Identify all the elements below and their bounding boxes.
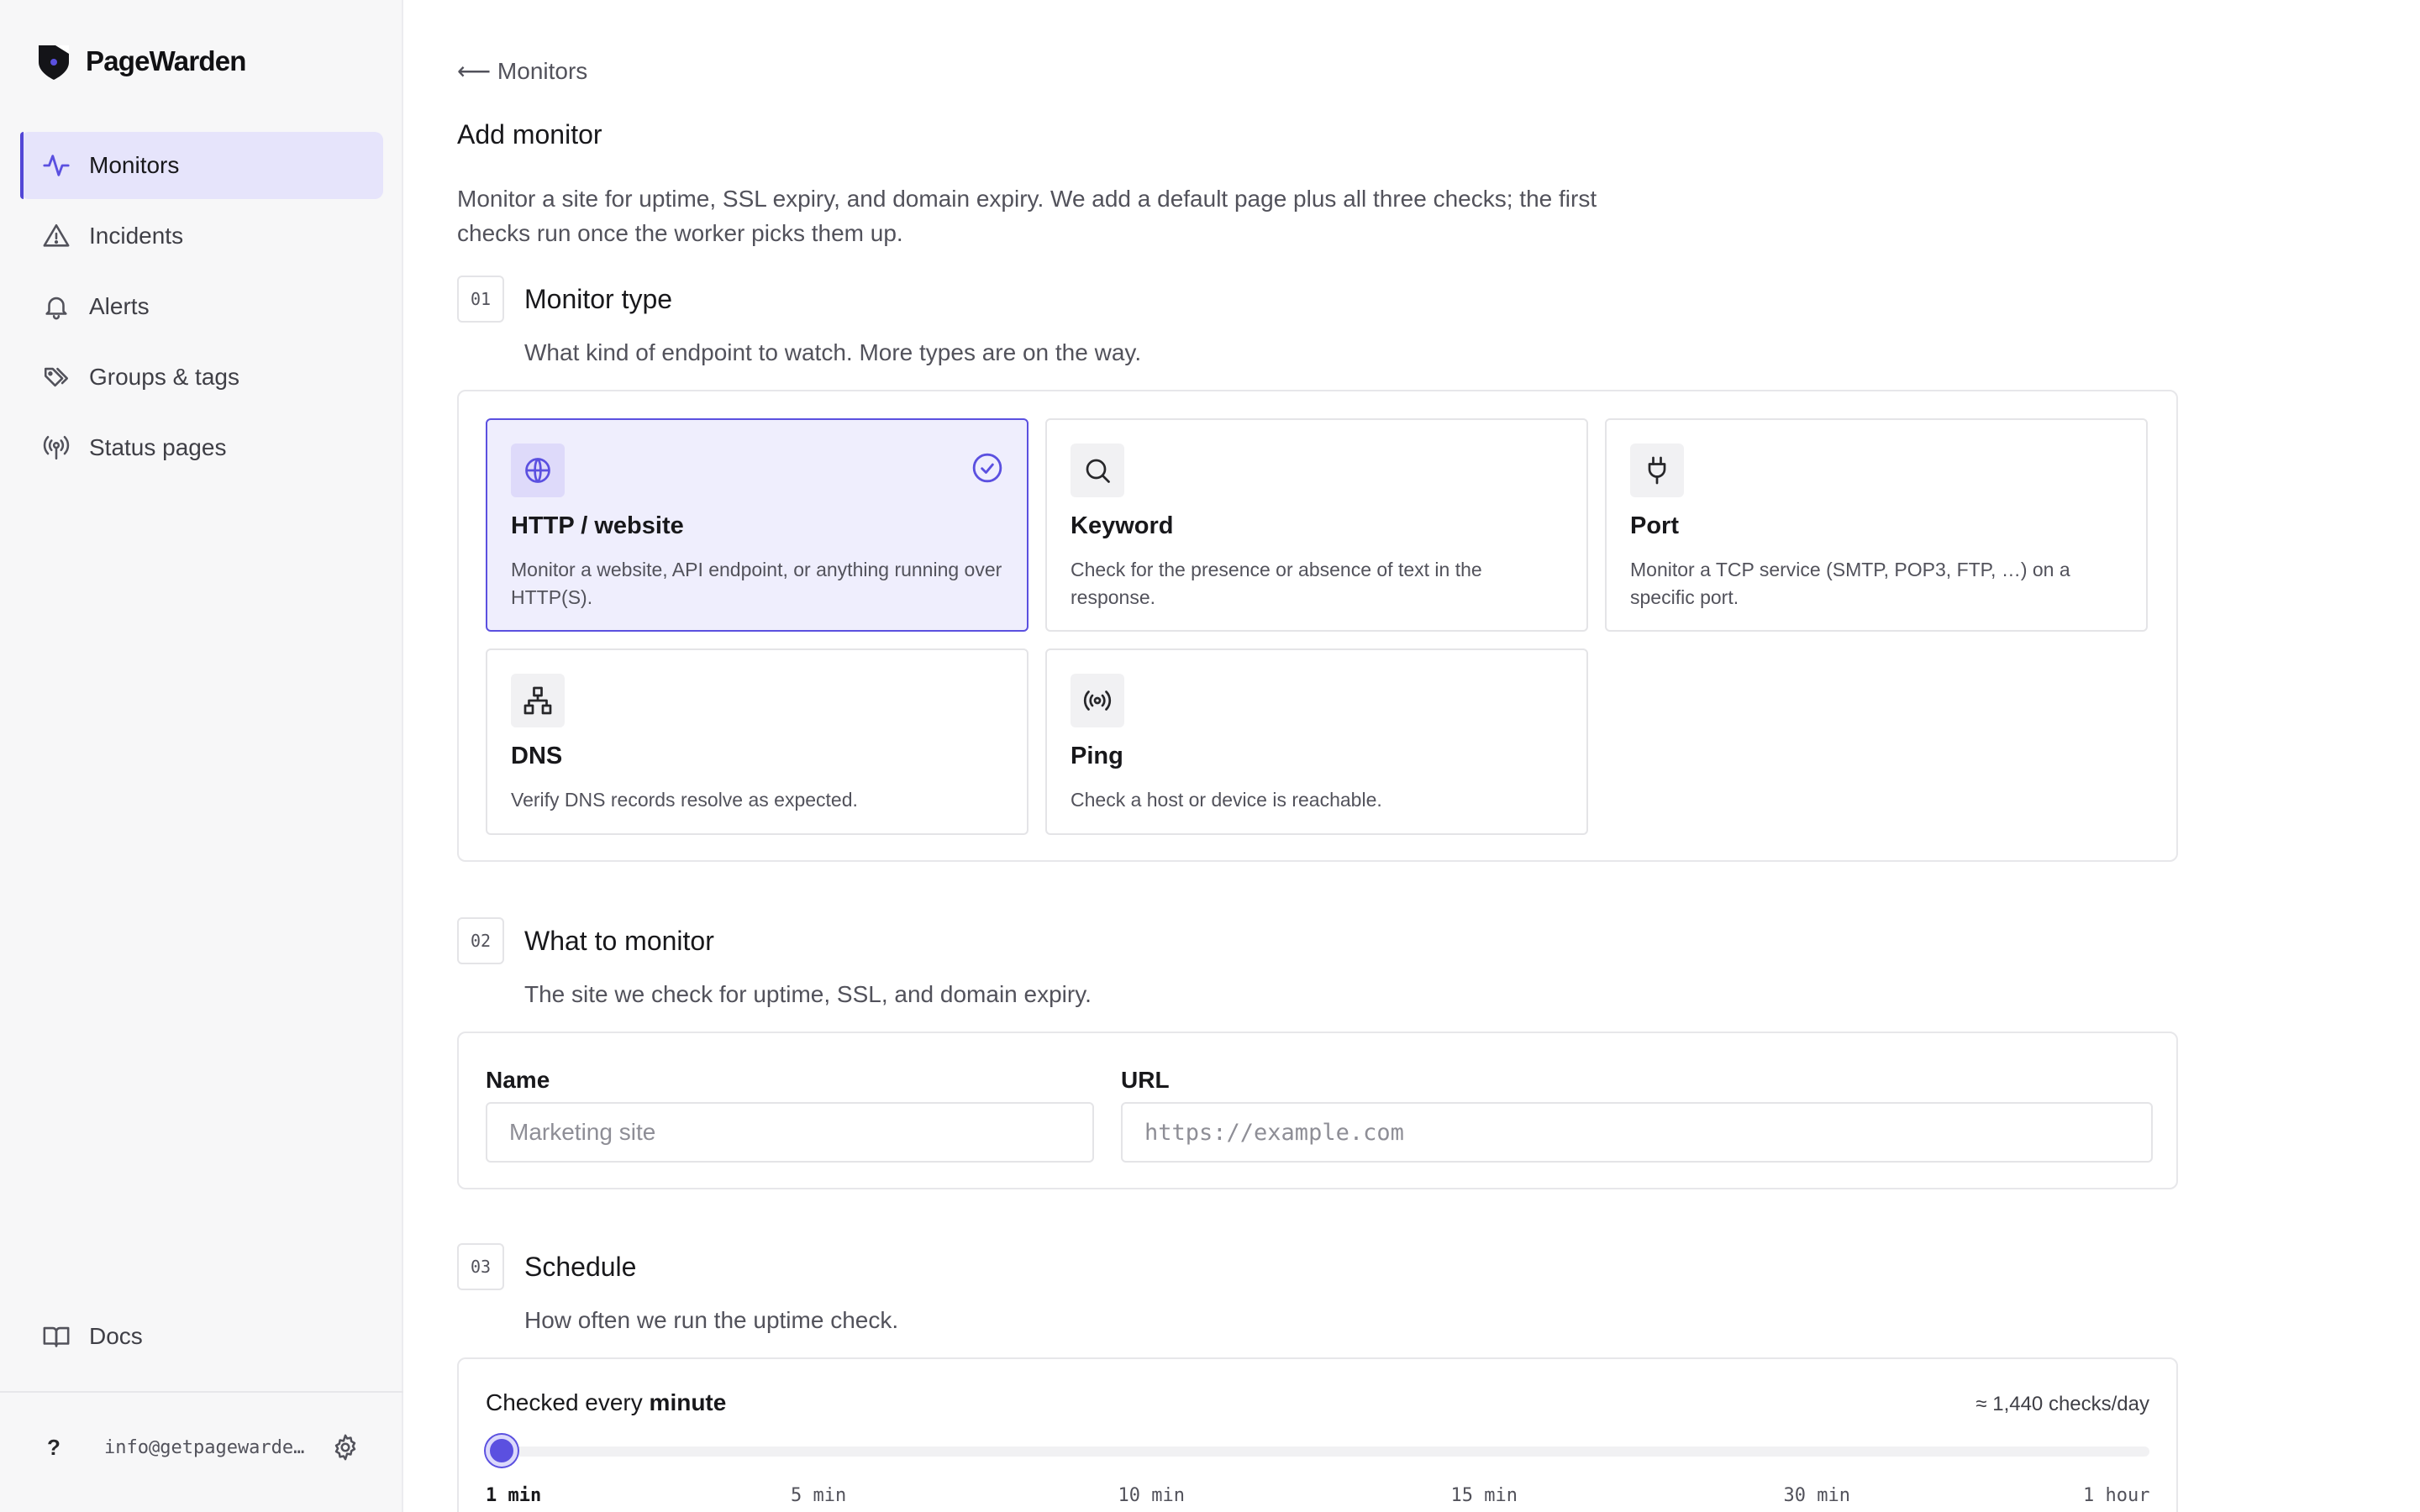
url-label: URL <box>1121 1067 1170 1093</box>
interval-tick-label[interactable]: 1 min <box>486 1485 541 1506</box>
interval-tick-label[interactable]: 30 min <box>1784 1485 1850 1506</box>
card-title: Port <box>1630 512 1679 539</box>
book-icon <box>42 1322 71 1351</box>
interval-tick-label[interactable]: 1 hour <box>2083 1485 2149 1506</box>
target-panel: Name URL <box>457 1032 2178 1189</box>
step-number: 02 <box>457 917 504 964</box>
sidebar-item-alerts[interactable]: Alerts <box>20 273 383 340</box>
brand[interactable]: PageWarden <box>37 42 246 81</box>
broadcast-icon <box>42 433 71 462</box>
gear-icon[interactable] <box>331 1433 360 1462</box>
page-description: Monitor a site for uptime, SSL expiry, a… <box>457 186 1597 246</box>
step-target-header: 02 What to monitor <box>457 917 714 964</box>
type-card-http[interactable]: HTTP / website Monitor a website, API en… <box>486 418 1028 632</box>
card-description: Monitor a TCP service (SMTP, POP3, FTP, … <box>1630 559 2070 608</box>
sidebar-item-status-pages[interactable]: Status pages <box>20 414 383 481</box>
check-circle-icon <box>971 452 1003 484</box>
schedule-label: Checked every minute <box>486 1389 726 1416</box>
network-icon <box>511 674 565 727</box>
sidebar-item-label: Status pages <box>89 434 227 460</box>
step-title: What to monitor <box>524 925 714 956</box>
sidebar-item-groups-tags[interactable]: Groups & tags <box>20 344 383 411</box>
sidebar-item-monitors[interactable]: Monitors <box>20 132 383 199</box>
url-input[interactable] <box>1121 1102 2153 1163</box>
name-input[interactable] <box>486 1102 1094 1163</box>
card-title: HTTP / website <box>511 512 684 539</box>
step-subtitle: What kind of endpoint to watch. More typ… <box>524 339 1142 365</box>
sidebar-nav: Monitors Incidents Alerts Groups & tags … <box>20 132 383 485</box>
step-number: 03 <box>457 1243 504 1290</box>
card-description: Check a host or device is reachable. <box>1071 789 1382 811</box>
card-description: Verify DNS records resolve as expected. <box>511 789 858 811</box>
page-title: Add monitor <box>457 119 602 150</box>
type-card-port[interactable]: Port Monitor a TCP service (SMTP, POP3, … <box>1605 418 2148 632</box>
sidebar: PageWarden Monitors Incidents Alerts Gro… <box>0 0 403 1512</box>
step-subtitle: The site we check for uptime, SSL, and d… <box>524 981 1092 1007</box>
search-icon <box>1071 444 1124 497</box>
sidebar-item-label: Incidents <box>89 223 184 249</box>
card-title: Ping <box>1071 743 1123 769</box>
sidebar-item-label: Groups & tags <box>89 364 239 390</box>
sidebar-item-label: Docs <box>89 1323 143 1349</box>
step-schedule-header: 03 Schedule <box>457 1243 636 1290</box>
app-name: PageWarden <box>86 45 246 76</box>
logo-shield-icon <box>39 45 69 80</box>
sidebar-item-incidents[interactable]: Incidents <box>20 202 383 270</box>
step-subtitle: How often we run the uptime check. <box>524 1307 899 1333</box>
bell-icon <box>42 292 71 321</box>
interval-tick-label[interactable]: 5 min <box>791 1485 846 1506</box>
interval-tick-label[interactable]: 10 min <box>1118 1485 1185 1506</box>
signal-icon <box>1071 674 1124 727</box>
schedule-panel: Checked every minute ≈ 1,440 checks/day … <box>457 1357 2178 1512</box>
step-monitor-type-header: 01 Monitor type <box>457 276 672 323</box>
card-description: Monitor a website, API endpoint, or anyt… <box>511 559 1002 608</box>
user-row: ? info@getpagewarden… <box>47 1433 375 1462</box>
step-number: 01 <box>457 276 504 323</box>
type-card-keyword[interactable]: Keyword Check for the presence or absenc… <box>1045 418 1588 632</box>
help-button[interactable]: ? <box>47 1435 72 1461</box>
step-title: Monitor type <box>524 283 673 314</box>
tags-icon <box>42 363 71 391</box>
type-card-ping[interactable]: Ping Check a host or device is reachable… <box>1045 648 1588 835</box>
schedule-label-prefix: Checked every <box>486 1389 650 1415</box>
schedule-label-value: minute <box>649 1389 727 1415</box>
sidebar-divider <box>0 1391 403 1393</box>
card-title: DNS <box>511 743 563 769</box>
plug-icon <box>1630 444 1684 497</box>
interval-slider-track[interactable] <box>486 1446 2149 1457</box>
sidebar-item-label: Alerts <box>89 293 150 319</box>
user-email[interactable]: info@getpagewarden… <box>104 1437 314 1458</box>
checks-per-day: ≈ 1,440 checks/day <box>1975 1393 2149 1415</box>
back-link[interactable]: ⟵ Monitors <box>457 57 587 85</box>
interval-slider-thumb[interactable] <box>486 1435 518 1467</box>
interval-tick-label[interactable]: 15 min <box>1451 1485 1518 1506</box>
card-description: Check for the presence or absence of tex… <box>1071 559 1482 608</box>
sidebar-item-label: Monitors <box>89 152 180 178</box>
activity-icon <box>42 151 71 180</box>
globe-icon <box>511 444 565 497</box>
type-card-dns[interactable]: DNS Verify DNS records resolve as expect… <box>486 648 1028 835</box>
sidebar-item-docs[interactable]: Docs <box>42 1322 143 1351</box>
card-title: Keyword <box>1071 512 1174 539</box>
name-label: Name <box>486 1067 550 1093</box>
step-title: Schedule <box>524 1251 637 1282</box>
warning-triangle-icon <box>42 222 71 250</box>
monitor-type-panel: HTTP / website Monitor a website, API en… <box>457 390 2178 862</box>
